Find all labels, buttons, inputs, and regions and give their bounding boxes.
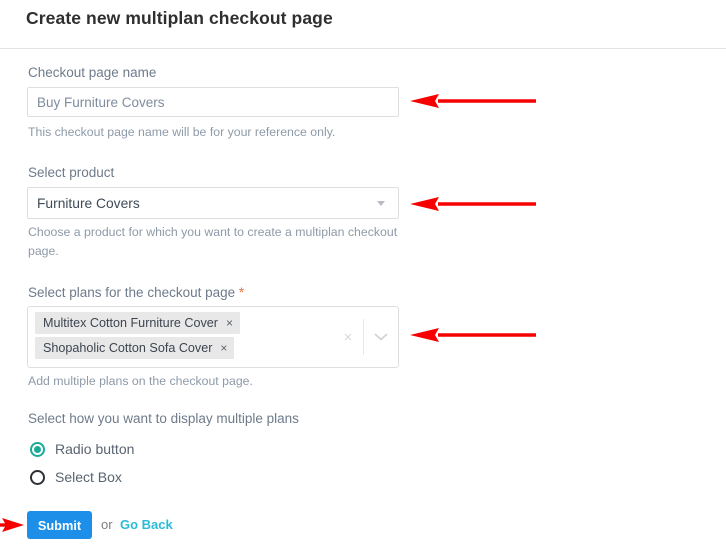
required-marker: * — [238, 285, 245, 300]
header-divider — [0, 48, 726, 49]
or-separator-label: or — [101, 517, 113, 532]
multiselect-controls: × — [335, 307, 398, 367]
select-product-value: Furniture Covers — [37, 195, 140, 211]
chevron-down-icon[interactable] — [366, 332, 396, 342]
radio-option-label: Radio button — [55, 441, 135, 457]
display-mode-label: Select how you want to display multiple … — [28, 411, 299, 426]
select-product-dropdown[interactable]: Furniture Covers — [27, 187, 399, 219]
plan-tag-label: Multitex Cotton Furniture Cover — [43, 316, 218, 330]
plan-tag[interactable]: Multitex Cotton Furniture Cover × — [35, 312, 240, 334]
caret-down-icon — [377, 200, 385, 206]
checkout-page-name-input[interactable] — [27, 87, 399, 117]
multiselect-divider — [363, 319, 364, 355]
radio-dot — [34, 445, 41, 453]
submit-button[interactable]: Submit — [27, 511, 92, 539]
radio-option-radio-button[interactable]: Radio button — [30, 441, 134, 457]
plan-tag-label: Shopaholic Cotton Sofa Cover — [43, 341, 213, 355]
clear-all-icon[interactable]: × — [335, 330, 361, 345]
radio-option-select-box[interactable]: Select Box — [30, 469, 122, 485]
radio-selected-icon — [30, 441, 45, 457]
select-product-label: Select product — [28, 165, 115, 180]
select-plans-label: Select plans for the checkout page * — [28, 285, 244, 300]
select-plans-help: Add multiple plans on the checkout page. — [28, 374, 253, 388]
plan-tag-remove-icon[interactable]: × — [226, 316, 233, 330]
select-plans-label-text: Select plans for the checkout page — [28, 285, 236, 300]
arrow-to-submit-button — [0, 518, 24, 532]
select-plans-multiselect[interactable]: Multitex Cotton Furniture Cover × Shopah… — [27, 306, 399, 368]
go-back-link[interactable]: Go Back — [120, 517, 173, 532]
radio-option-label: Select Box — [55, 469, 122, 485]
page-title: Create new multiplan checkout page — [26, 8, 333, 28]
arrow-to-plans-multiselect — [410, 328, 536, 342]
arrow-to-checkout-name-field — [410, 94, 536, 108]
plan-tag[interactable]: Shopaholic Cotton Sofa Cover × — [35, 337, 235, 359]
selected-plan-tags: Multitex Cotton Furniture Cover × Shopah… — [28, 307, 335, 367]
select-product-help: Choose a product for which you want to c… — [28, 225, 398, 258]
checkout-page-name-label: Checkout page name — [28, 65, 157, 80]
plan-tag-remove-icon[interactable]: × — [220, 341, 227, 355]
checkout-page-name-help: This checkout page name will be for your… — [28, 125, 336, 139]
arrow-to-product-select — [410, 197, 536, 211]
radio-unselected-icon — [30, 469, 45, 485]
